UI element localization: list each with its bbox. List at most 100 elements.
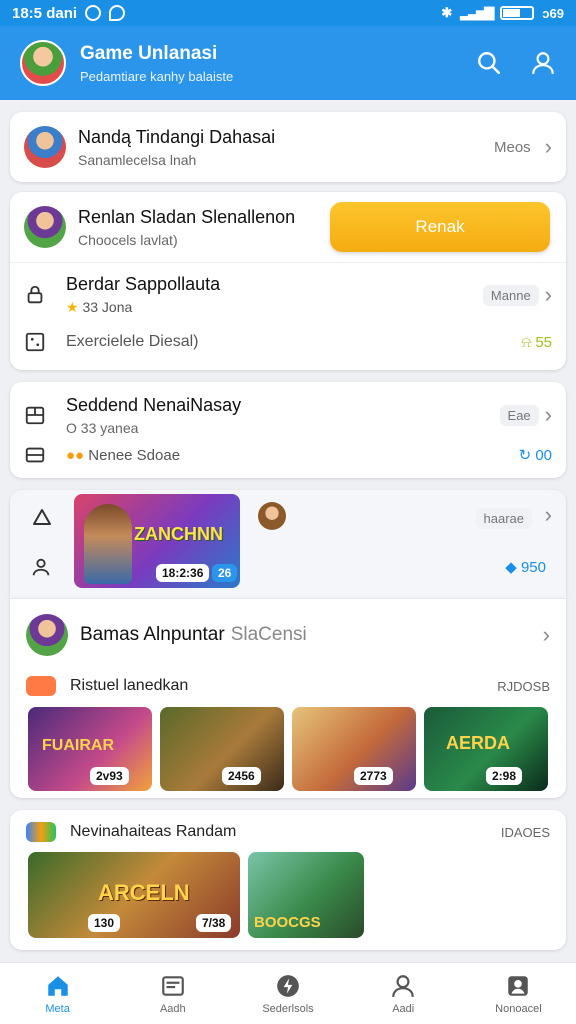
second-sub: Nenee Sdoae bbox=[88, 446, 181, 464]
chevron-right-icon[interactable]: › bbox=[545, 134, 552, 160]
profile-more-label[interactable]: Meos bbox=[494, 139, 531, 156]
games-icon bbox=[26, 822, 56, 842]
profile-card[interactable]: Nandą Tindangi Dahasai Sanamlecelsa lnah… bbox=[10, 112, 566, 182]
bell-icon: ⍾ bbox=[521, 333, 532, 351]
play-button[interactable]: Renak bbox=[330, 202, 550, 252]
second-card: Seddend NenaiNasay O 33 yanea Eae › ●● N… bbox=[10, 382, 566, 478]
app-header: Game Unlanasi Pedamtiare kanhy balaiste bbox=[0, 26, 576, 100]
refresh-icon: ↻ bbox=[518, 447, 532, 464]
nav-account[interactable]: Nonoacel bbox=[461, 963, 576, 1024]
game-card[interactable]: BOOCGS bbox=[248, 852, 364, 938]
sync-icon bbox=[109, 5, 126, 21]
status-time: 18:5 dani bbox=[12, 4, 78, 22]
game-card-count: 2773 bbox=[354, 767, 393, 785]
featured-game-thumb[interactable]: ZANCHNN 18:2:36 26 bbox=[74, 494, 240, 588]
signal-icon: ▂▃▅▇ bbox=[460, 5, 494, 20]
user-icon[interactable] bbox=[530, 50, 556, 76]
fire-icon bbox=[26, 676, 56, 696]
profile-sub: Sanamlecelsa lnah bbox=[78, 151, 197, 168]
game-card-count: 2v93 bbox=[90, 767, 129, 785]
second-value: 00 bbox=[535, 447, 552, 464]
window-icon bbox=[25, 447, 45, 463]
chevron-right-icon[interactable]: › bbox=[545, 402, 552, 428]
section1-subhead: Ristuel lanedkan bbox=[70, 677, 189, 694]
dice-icon bbox=[25, 332, 45, 352]
person-icon[interactable] bbox=[30, 556, 52, 578]
nav-news[interactable]: Aadh bbox=[115, 963, 230, 1024]
chevron-right-icon[interactable]: › bbox=[545, 282, 552, 308]
featured-value: 950 bbox=[520, 559, 546, 576]
game-card-count: 2:98 bbox=[486, 767, 523, 785]
second-pill[interactable]: Eae bbox=[499, 404, 539, 426]
second-meta: O 33 yanea bbox=[66, 419, 139, 436]
nav-bolt[interactable]: Sederlsols bbox=[230, 963, 345, 1024]
play-card: Renlan Sladan Slenallenon Choocels lavla… bbox=[10, 192, 566, 370]
play-line1-title: Berdar Sappollauta bbox=[66, 274, 221, 294]
featured-tag: 26 bbox=[212, 564, 238, 582]
news-icon bbox=[161, 975, 184, 996]
nav-label: Nonoacel bbox=[495, 1002, 542, 1015]
profile-icon bbox=[392, 974, 415, 997]
chevron-right-icon[interactable]: › bbox=[543, 622, 550, 648]
game-avatar bbox=[24, 206, 66, 248]
bluetooth-icon: ✱ bbox=[441, 5, 453, 20]
section1-subhead-right[interactable]: RJDOSB bbox=[497, 679, 550, 694]
nav-label: Aadh bbox=[159, 1002, 186, 1015]
game-card-title: BOOCGS bbox=[254, 914, 321, 931]
coins-icon: ★ bbox=[66, 299, 79, 315]
game-card-count-secondary: 7/38 bbox=[196, 914, 232, 932]
game-card-title: FUAIRAR bbox=[42, 737, 114, 754]
game-card[interactable]: ARCELN 130 7/38 bbox=[28, 852, 240, 938]
lock-icon bbox=[27, 285, 43, 304]
play-line2-value: 55 bbox=[535, 333, 552, 351]
featured-card: ZANCHNN 18:2:36 26 haarae › ◆ 950 bbox=[10, 490, 566, 598]
nav-home[interactable]: Meta bbox=[0, 963, 115, 1024]
profile-avatar bbox=[24, 126, 66, 168]
search-icon[interactable] bbox=[476, 50, 502, 76]
nav-label: Meta bbox=[45, 1002, 70, 1015]
small-avatar[interactable] bbox=[258, 502, 286, 530]
game-card[interactable]: 2456 bbox=[160, 707, 284, 791]
status-bar: 18:5 dani ✱ ▂▃▅▇ ɔ69 bbox=[0, 0, 576, 26]
play-sub: Choocels lavlat) bbox=[78, 231, 178, 248]
nav-label: Sederlsols bbox=[262, 1002, 314, 1015]
battery-icon bbox=[500, 6, 535, 20]
section1-title-extra: SlaCensi bbox=[230, 624, 307, 645]
app-subtitle: Pedamtiare kanhy balaiste bbox=[80, 68, 234, 84]
section-avatar bbox=[26, 614, 68, 656]
play-title: Renlan Sladan Slenallenon bbox=[78, 206, 296, 227]
section1-title: Bamas Alnpuntar bbox=[80, 624, 225, 645]
section2-right[interactable]: IDAOES bbox=[501, 825, 550, 840]
diamond-icon: ◆ bbox=[505, 559, 517, 576]
featured-game-title: ZANCHNN bbox=[134, 524, 223, 544]
section2-title: Nevinahaiteas Randam bbox=[70, 823, 237, 840]
game-card-title: AERDA bbox=[446, 733, 511, 753]
emoji-icon: ●● bbox=[66, 446, 85, 464]
game-card-title: ARCELN bbox=[98, 880, 190, 905]
app-title: Game Unlanasi bbox=[80, 42, 218, 64]
game-card[interactable]: AERDA 2:98 bbox=[424, 707, 548, 791]
chevron-right-icon[interactable]: › bbox=[545, 502, 552, 528]
avatar[interactable] bbox=[20, 40, 66, 86]
battery-text: ɔ69 bbox=[542, 5, 564, 21]
bolt-icon bbox=[277, 974, 299, 997]
play-line2-text: Exercielele Diesal) bbox=[66, 333, 199, 350]
calendar-icon bbox=[25, 406, 45, 425]
nav-label: Aadi bbox=[392, 1002, 415, 1015]
nav-profile[interactable]: Aadi bbox=[346, 963, 461, 1024]
notification-icon bbox=[85, 5, 102, 21]
share-icon[interactable] bbox=[30, 506, 54, 530]
second-title: Seddend NenaiNasay bbox=[66, 394, 242, 415]
account-icon bbox=[508, 975, 529, 996]
game-card[interactable]: 2773 bbox=[292, 707, 416, 791]
game-card-count: 2456 bbox=[222, 767, 261, 785]
play-line1-meta: 33 Jona bbox=[82, 299, 133, 315]
profile-name: Nandą Tindangi Dahasai bbox=[78, 126, 276, 147]
play-line1-pill[interactable]: Manne bbox=[482, 284, 539, 306]
character-art bbox=[84, 504, 132, 584]
featured-count: 18:2:36 bbox=[156, 564, 210, 582]
home-icon bbox=[47, 975, 68, 996]
bottom-nav: Meta Aadh Sederlsols Aadi Nonoacel bbox=[0, 962, 576, 1024]
featured-pill[interactable]: haarae bbox=[475, 508, 532, 529]
game-card[interactable]: FUAIRAR 2v93 bbox=[28, 707, 152, 791]
